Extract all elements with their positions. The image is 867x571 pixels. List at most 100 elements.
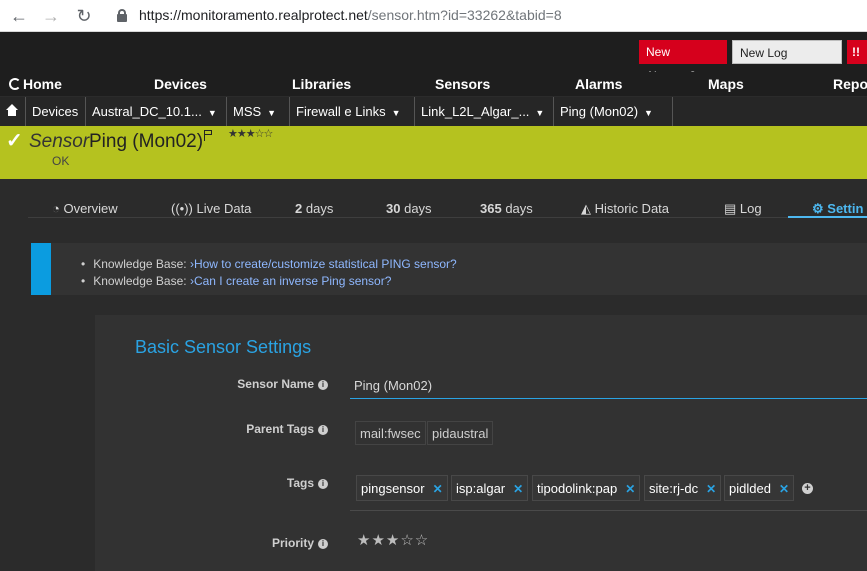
- tab-365-days-num: 365: [480, 201, 502, 216]
- url-path: /sensor.htm?id=33262&tabid=8: [367, 7, 562, 23]
- remove-tag-icon[interactable]: ✕: [433, 482, 443, 496]
- sensor-kind: Sensor: [29, 131, 90, 152]
- new-alarms-button[interactable]: New Alarms8: [639, 40, 727, 83]
- tab-settings-label: Settin: [827, 201, 864, 216]
- priority-stars-header[interactable]: ★★★☆☆: [228, 127, 273, 140]
- check-icon: ✓: [6, 130, 23, 152]
- tab-log-label: Log: [739, 201, 762, 216]
- area-chart-icon: ◭: [581, 201, 595, 216]
- breadcrumb-device[interactable]: Link_L2L_Algar_... ▼: [414, 97, 553, 126]
- chevron-down-icon: ▼: [535, 108, 545, 118]
- tag-chip: isp:algar ✕: [451, 475, 529, 501]
- sensor-name-label: Sensor Name i: [95, 377, 328, 391]
- forward-arrow-icon[interactable]: →: [39, 4, 63, 28]
- tab-historic-label: Historic Data: [594, 201, 670, 216]
- remove-tag-icon[interactable]: ✕: [625, 482, 635, 496]
- menu-libraries[interactable]: Libraries: [292, 76, 351, 92]
- parent-tags-label-text: Parent Tags: [246, 422, 314, 436]
- flag-icon[interactable]: [204, 130, 214, 141]
- kb-link-chevron-icon: ›: [186, 274, 194, 288]
- breadcrumb-firewall[interactable]: Firewall e Links ▼: [289, 97, 414, 126]
- breadcrumb-devices-label: Devices: [32, 104, 79, 119]
- kb-link-chevron-icon: ›: [186, 257, 194, 271]
- tab-log[interactable]: ▤ Log: [724, 201, 762, 217]
- breadcrumb-mss[interactable]: MSS ▼: [226, 97, 289, 126]
- kb-link[interactable]: How to create/customize statistical PING…: [194, 257, 457, 271]
- tabs-divider: [28, 217, 867, 218]
- tags-label: Tags i: [95, 476, 328, 490]
- priority-label: Priority i: [95, 536, 328, 550]
- remove-tag-icon[interactable]: ✕: [513, 482, 523, 496]
- chevron-down-icon: ▼: [644, 108, 653, 118]
- gauge-icon: ◔: [52, 201, 64, 216]
- kb-item: • Knowledge Base: ›How to create/customiz…: [81, 257, 457, 271]
- add-tag-icon[interactable]: +: [802, 483, 813, 494]
- tab-2-days[interactable]: 2 days: [295, 201, 333, 216]
- tag-label: tipodolink:pap: [537, 481, 618, 496]
- menu-maps[interactable]: Maps: [708, 76, 744, 92]
- kb-item: • Knowledge Base: ›Can I create an invers…: [81, 274, 392, 288]
- remove-tag-icon[interactable]: ✕: [706, 482, 716, 496]
- menu-reports[interactable]: Repor: [833, 76, 867, 92]
- breadcrumb-devices[interactable]: Devices: [25, 97, 85, 126]
- tag-chip: pidlded ✕: [724, 475, 794, 501]
- tab-overview-label: Overview: [63, 201, 118, 216]
- tab-365-days[interactable]: 365 days: [480, 201, 533, 216]
- home-icon[interactable]: [6, 104, 18, 118]
- breadcrumb-sensor[interactable]: Ping (Mon02) ▼: [553, 97, 673, 126]
- main-menu: Home Devices Libraries Sensors Alarms Ma…: [0, 72, 867, 96]
- back-arrow-icon[interactable]: ←: [7, 4, 31, 28]
- tab-live-data[interactable]: ((•)) Live Data: [171, 201, 251, 216]
- parent-tag: mail:fwsec: [355, 421, 426, 445]
- tab-30-days-unit: days: [404, 201, 432, 216]
- tab-live-data-label: Live Data: [196, 201, 252, 216]
- remove-tag-icon[interactable]: ✕: [779, 482, 789, 496]
- menu-alarms[interactable]: Alarms: [575, 76, 622, 92]
- tab-30-days-num: 30: [386, 201, 401, 216]
- chevron-down-icon: ▼: [391, 108, 401, 118]
- menu-home[interactable]: Home: [9, 76, 62, 92]
- menu-sensors[interactable]: Sensors: [435, 76, 490, 92]
- parent-tags-label: Parent Tags i: [95, 422, 328, 436]
- reload-icon[interactable]: ↻: [72, 4, 96, 28]
- section-title: Basic Sensor Settings: [135, 337, 312, 357]
- new-log-entries-button[interactable]: New Log Entries27: [732, 40, 842, 84]
- lock-icon[interactable]: [117, 9, 127, 22]
- breadcrumb-mss-label: MSS: [233, 104, 262, 119]
- sensor-name: Ping (Mon02): [89, 131, 204, 152]
- tab-settings[interactable]: ⚙ Settin: [812, 201, 863, 217]
- info-icon[interactable]: i: [318, 479, 328, 489]
- info-icon[interactable]: i: [318, 539, 328, 549]
- tag-label: pidlded: [729, 481, 771, 496]
- tab-historic-data[interactable]: ◭ Historic Data: [581, 201, 669, 217]
- tab-2-days-unit: days: [305, 201, 334, 216]
- priority-stars[interactable]: ★★★☆☆: [357, 531, 429, 549]
- kb-accent-bar: [31, 243, 51, 295]
- alert-button[interactable]: !!: [847, 40, 867, 64]
- kb-prefix: Knowledge Base:: [93, 274, 187, 288]
- broadcast-icon: ((•)): [171, 201, 197, 216]
- app-topbar: New Alarms8 New Log Entries27 !!: [0, 32, 867, 84]
- info-icon[interactable]: i: [318, 380, 328, 390]
- breadcrumb-device-label: Link_L2L_Algar_...: [421, 104, 530, 119]
- chevron-down-icon: ▼: [267, 108, 277, 118]
- breadcrumb-group[interactable]: Austral_DC_10.1... ▼: [85, 97, 225, 126]
- sensor-tabs: ◔ Overview ((•)) Live Data 2 days 30 day…: [0, 179, 867, 219]
- prtg-logo-icon: [9, 78, 21, 90]
- breadcrumb-sensor-label: Ping (Mon02): [560, 104, 639, 119]
- priority-label-text: Priority: [271, 536, 314, 550]
- tab-30-days[interactable]: 30 days: [386, 201, 432, 216]
- menu-devices[interactable]: Devices: [154, 76, 207, 92]
- sensor-name-input[interactable]: [350, 373, 867, 399]
- info-icon[interactable]: i: [318, 425, 328, 435]
- tag-chip: pingsensor ✕: [356, 475, 448, 501]
- address-bar[interactable]: https://monitoramento.realprotect.net/se…: [139, 7, 562, 23]
- tag-chip: tipodolink:pap ✕: [532, 475, 641, 501]
- kb-link[interactable]: Can I create an inverse Ping sensor?: [194, 274, 391, 288]
- breadcrumb-firewall-label: Firewall e Links: [296, 104, 386, 119]
- status-text: OK: [52, 154, 70, 168]
- gear-icon: ⚙: [812, 201, 828, 216]
- tab-overview[interactable]: ◔ Overview: [52, 201, 118, 216]
- breadcrumb-group-label: Austral_DC_10.1...: [92, 104, 202, 119]
- menu-home-label: Home: [23, 76, 62, 92]
